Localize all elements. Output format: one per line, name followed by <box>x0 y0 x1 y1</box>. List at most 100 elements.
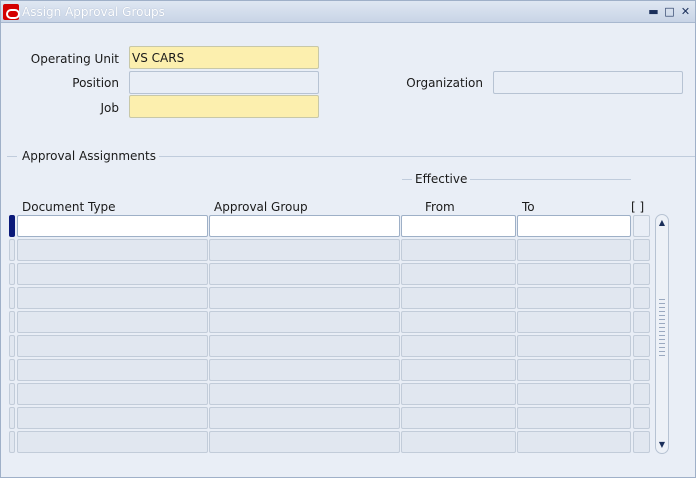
from-date-input[interactable] <box>402 264 515 284</box>
approval-group-cell[interactable] <box>209 431 400 453</box>
minimize-icon[interactable]: ▬ <box>647 5 660 18</box>
from-date-cell[interactable] <box>401 335 516 357</box>
to-date-input[interactable] <box>518 312 630 332</box>
to-date-cell[interactable] <box>517 359 631 381</box>
document-type-input[interactable] <box>18 432 207 452</box>
from-date-input[interactable] <box>402 216 515 236</box>
approval-group-input[interactable] <box>210 360 399 380</box>
document-type-input[interactable] <box>18 384 207 404</box>
document-type-input[interactable] <box>18 312 207 332</box>
approval-group-input[interactable] <box>210 264 399 284</box>
approval-group-cell[interactable] <box>209 383 400 405</box>
document-type-cell[interactable] <box>17 215 208 237</box>
from-date-input[interactable] <box>402 336 515 356</box>
from-date-cell[interactable] <box>401 359 516 381</box>
flexfield-cell[interactable] <box>633 359 650 381</box>
to-date-cell[interactable] <box>517 263 631 285</box>
from-date-input[interactable] <box>402 408 515 428</box>
from-date-cell[interactable] <box>401 431 516 453</box>
document-type-cell[interactable] <box>17 263 208 285</box>
from-date-cell[interactable] <box>401 215 516 237</box>
from-date-cell[interactable] <box>401 407 516 429</box>
to-date-cell[interactable] <box>517 431 631 453</box>
document-type-input[interactable] <box>18 264 207 284</box>
approval-group-input[interactable] <box>210 216 399 236</box>
approval-group-cell[interactable] <box>209 335 400 357</box>
from-date-input[interactable] <box>402 312 515 332</box>
document-type-input[interactable] <box>18 240 207 260</box>
to-date-input[interactable] <box>518 264 630 284</box>
document-type-cell[interactable] <box>17 287 208 309</box>
from-date-input[interactable] <box>402 288 515 308</box>
document-type-cell[interactable] <box>17 335 208 357</box>
from-date-cell[interactable] <box>401 383 516 405</box>
from-date-input[interactable] <box>402 240 515 260</box>
record-indicator[interactable] <box>9 335 15 357</box>
flexfield-cell[interactable] <box>633 431 650 453</box>
to-date-cell[interactable] <box>517 383 631 405</box>
scroll-grip[interactable] <box>659 299 665 359</box>
approval-group-input[interactable] <box>210 432 399 452</box>
oracle-app-icon[interactable] <box>3 4 20 20</box>
flexfield-cell[interactable] <box>633 215 650 237</box>
organization-field[interactable] <box>493 71 683 94</box>
document-type-input[interactable] <box>18 360 207 380</box>
record-indicator[interactable] <box>9 311 15 333</box>
record-indicator[interactable] <box>9 407 15 429</box>
approval-group-input[interactable] <box>210 288 399 308</box>
to-date-input[interactable] <box>518 336 630 356</box>
to-date-input[interactable] <box>518 216 630 236</box>
close-icon[interactable]: ✕ <box>679 5 692 18</box>
to-date-cell[interactable] <box>517 311 631 333</box>
flexfield-cell[interactable] <box>633 383 650 405</box>
to-date-cell[interactable] <box>517 287 631 309</box>
maximize-icon[interactable]: □ <box>663 5 676 18</box>
approval-group-input[interactable] <box>210 312 399 332</box>
approval-group-input[interactable] <box>210 384 399 404</box>
to-date-input[interactable] <box>518 288 630 308</box>
from-date-cell[interactable] <box>401 311 516 333</box>
title-bar[interactable]: Assign Approval Groups ▬ □ ✕ <box>1 1 695 23</box>
flexfield-cell[interactable] <box>633 335 650 357</box>
flexfield-cell[interactable] <box>633 311 650 333</box>
from-date-input[interactable] <box>402 384 515 404</box>
from-date-cell[interactable] <box>401 239 516 261</box>
document-type-input[interactable] <box>18 288 207 308</box>
position-field[interactable] <box>129 71 319 94</box>
approval-group-cell[interactable] <box>209 359 400 381</box>
record-indicator[interactable] <box>9 359 15 381</box>
document-type-cell[interactable] <box>17 383 208 405</box>
from-date-input[interactable] <box>402 360 515 380</box>
document-type-input[interactable] <box>18 408 207 428</box>
record-indicator[interactable] <box>9 431 15 453</box>
to-date-cell[interactable] <box>517 215 631 237</box>
job-field[interactable] <box>129 95 319 118</box>
approval-group-cell[interactable] <box>209 407 400 429</box>
to-date-input[interactable] <box>518 432 630 452</box>
to-date-cell[interactable] <box>517 335 631 357</box>
record-indicator[interactable] <box>9 239 15 261</box>
to-date-input[interactable] <box>518 384 630 404</box>
approval-group-cell[interactable] <box>209 311 400 333</box>
flexfield-cell[interactable] <box>633 287 650 309</box>
approval-group-cell[interactable] <box>209 239 400 261</box>
to-date-input[interactable] <box>518 360 630 380</box>
document-type-cell[interactable] <box>17 311 208 333</box>
from-date-cell[interactable] <box>401 263 516 285</box>
to-date-input[interactable] <box>518 240 630 260</box>
approval-group-input[interactable] <box>210 240 399 260</box>
document-type-input[interactable] <box>18 216 207 236</box>
record-indicator[interactable] <box>9 287 15 309</box>
record-indicator[interactable] <box>9 215 15 237</box>
flexfield-cell[interactable] <box>633 239 650 261</box>
flexfield-cell[interactable] <box>633 407 650 429</box>
operating-unit-field[interactable] <box>129 46 319 69</box>
document-type-cell[interactable] <box>17 359 208 381</box>
scroll-down-icon[interactable]: ▼ <box>656 439 668 451</box>
approval-group-input[interactable] <box>210 336 399 356</box>
record-indicator[interactable] <box>9 263 15 285</box>
approval-group-cell[interactable] <box>209 215 400 237</box>
scroll-up-icon[interactable]: ▲ <box>656 217 668 229</box>
vertical-scrollbar[interactable]: ▲ ▼ <box>655 214 669 454</box>
from-date-input[interactable] <box>402 432 515 452</box>
